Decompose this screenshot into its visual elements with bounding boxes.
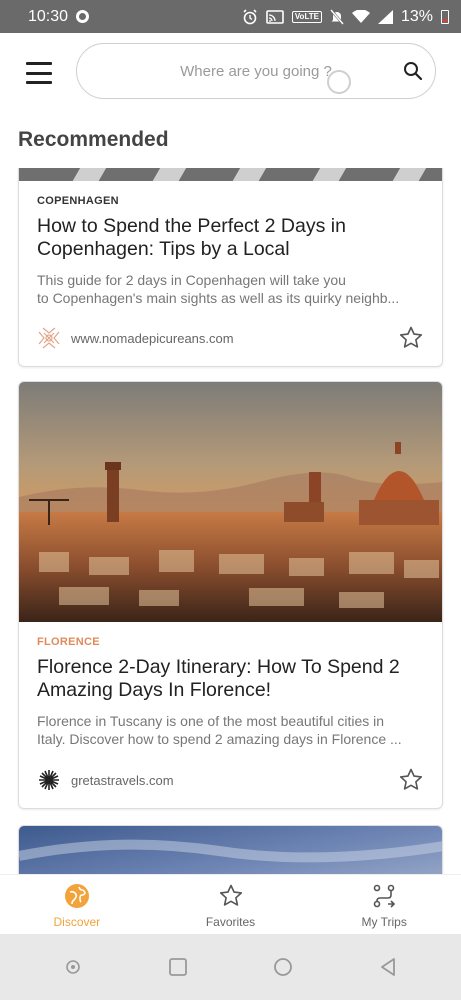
touch-indicator — [327, 70, 351, 94]
nav-label: Favorites — [205, 915, 256, 929]
article-image — [19, 826, 442, 874]
home-icon[interactable] — [272, 956, 294, 978]
search-icon[interactable] — [403, 61, 423, 81]
volte-badge: VoLTE — [291, 10, 322, 23]
search-bar[interactable] — [76, 43, 436, 99]
top-bar — [0, 33, 461, 113]
article-description: This guide for 2 days in Copenhagen will… — [37, 271, 424, 307]
description-line: to Copenhagen's main sights as well as i… — [37, 290, 400, 306]
system-navigation-bar — [0, 934, 461, 1000]
status-time: 10:30 — [28, 7, 69, 25]
menu-line — [26, 62, 52, 65]
description-line: Florence in Tuscany is one of the most b… — [37, 713, 385, 729]
article-card[interactable] — [18, 825, 443, 874]
source-name: gretastravels.com — [71, 772, 174, 788]
globe-icon — [64, 884, 89, 908]
article-description: Florence in Tuscany is one of the most b… — [37, 712, 424, 748]
article-category: COPENHAGEN — [37, 195, 119, 207]
favorite-star-icon[interactable] — [398, 767, 424, 793]
menu-line — [26, 71, 52, 75]
bottom-navigation: Discover Favorites My Trips — [0, 874, 461, 934]
menu-button[interactable] — [26, 62, 52, 84]
status-icons: VoLTE 13% — [242, 8, 449, 26]
favorite-star-icon[interactable] — [398, 325, 424, 351]
article-footer: www.nomadepicureans.com — [37, 324, 424, 352]
article-image — [19, 168, 442, 181]
article-footer: gretastravels.com — [37, 766, 424, 794]
assistant-dot-icon[interactable] — [62, 956, 84, 978]
nav-my-trips[interactable]: My Trips — [307, 875, 461, 934]
nav-label: Discover — [53, 915, 101, 929]
article-card[interactable]: COPENHAGEN How to Spend the Perfect 2 Da… — [18, 168, 443, 367]
description-line: This guide for 2 days in Copenhagen will… — [37, 272, 346, 288]
wifi-icon — [351, 9, 370, 23]
nav-favorites[interactable]: Favorites — [154, 875, 308, 934]
florence-skyline-image — [19, 382, 442, 622]
nav-discover[interactable]: Discover — [0, 875, 154, 934]
mute-icon — [330, 8, 344, 25]
article-image — [19, 382, 442, 622]
recommended-feed[interactable]: COPENHAGEN How to Spend the Perfect 2 Da… — [0, 168, 461, 874]
nav-label: My Trips — [361, 915, 407, 929]
recents-icon[interactable] — [167, 956, 189, 978]
menu-line — [26, 81, 52, 84]
battery-icon — [441, 9, 449, 24]
signal-icon — [377, 9, 393, 24]
nomadepicureans-logo-icon — [38, 327, 60, 349]
battery-percent: 13% — [400, 7, 433, 25]
gretastravels-logo-icon — [39, 770, 59, 790]
source-name: www.nomadepicureans.com — [71, 330, 234, 346]
article-title[interactable]: Florence 2-Day Itinerary: How To Spend 2… — [37, 656, 424, 702]
back-icon[interactable] — [377, 956, 399, 978]
section-title: Recommended — [18, 128, 169, 151]
alarm-icon — [243, 8, 257, 24]
cast-icon — [266, 9, 284, 24]
article-category: FLORENCE — [37, 636, 100, 648]
description-line: Italy. Discover how to spend 2 amazing d… — [37, 731, 402, 747]
article-card[interactable]: FLORENCE Florence 2-Day Itinerary: How T… — [18, 381, 443, 809]
route-icon — [373, 884, 396, 908]
article-title[interactable]: How to Spend the Perfect 2 Days in Copen… — [37, 215, 424, 261]
record-icon — [76, 10, 90, 23]
status-bar: 10:30 VoLTE 13% — [0, 0, 461, 33]
star-icon — [219, 884, 242, 906]
